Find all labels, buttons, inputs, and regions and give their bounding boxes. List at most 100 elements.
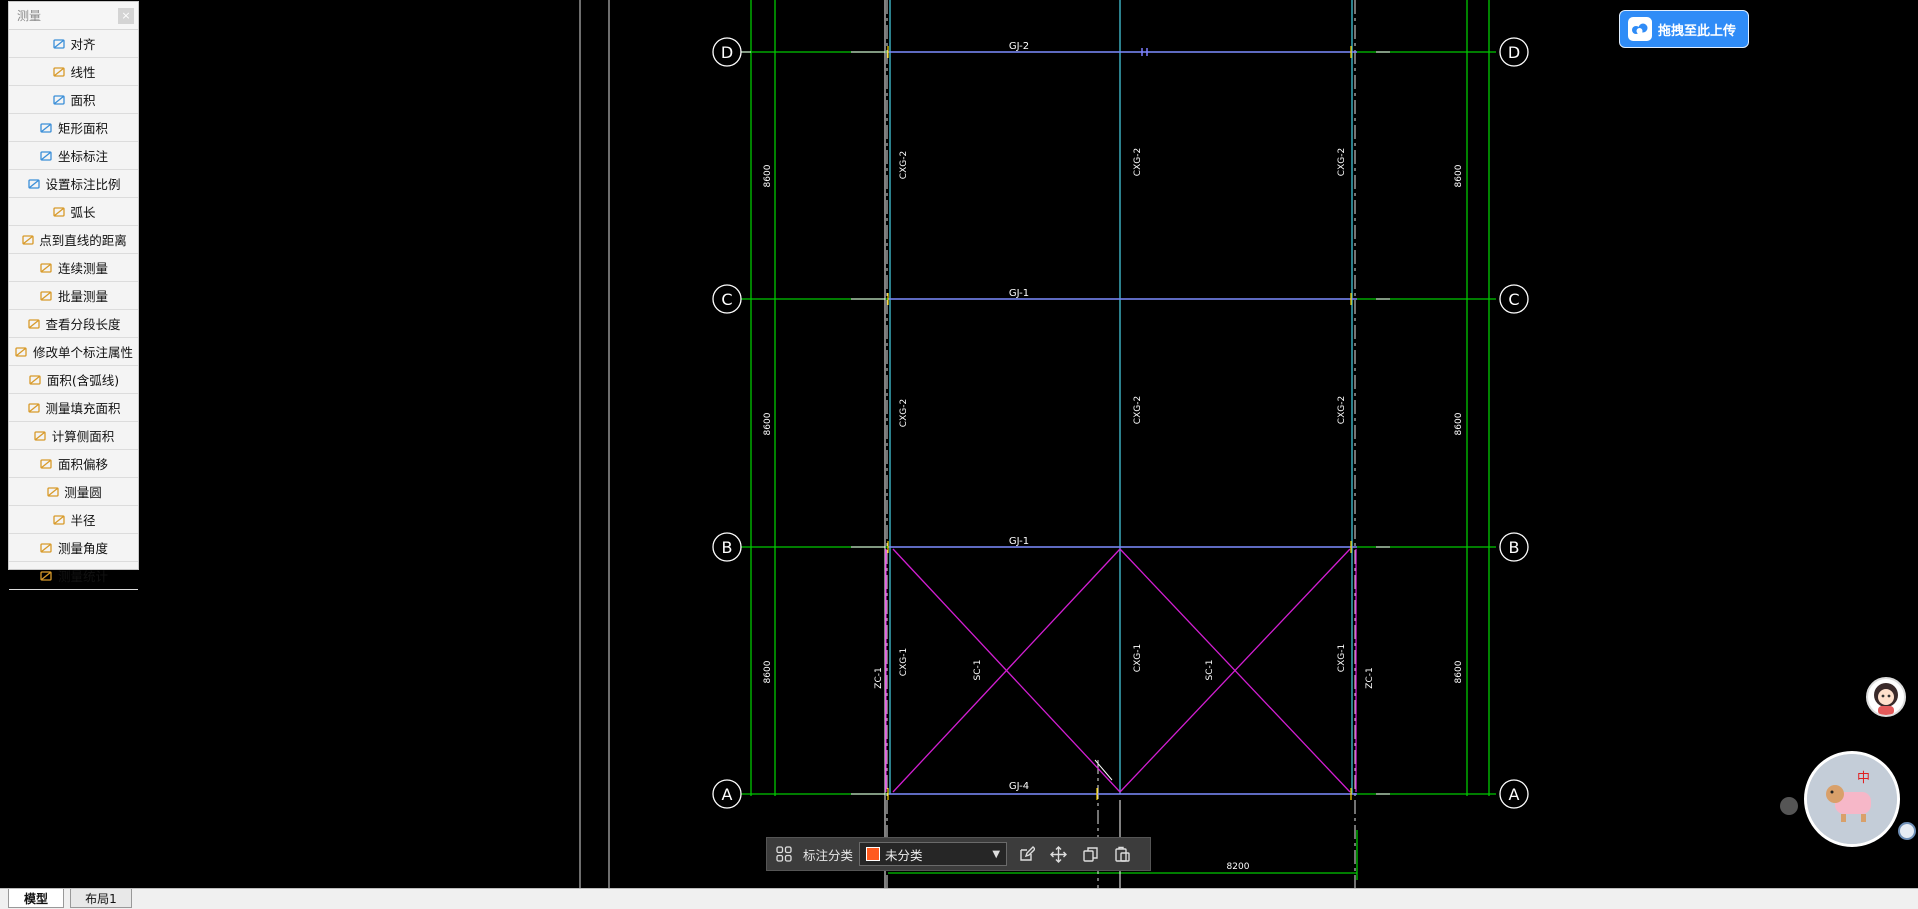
span-label: 8600 bbox=[763, 164, 773, 187]
linear-dim-icon bbox=[51, 64, 66, 79]
coordinate-icon bbox=[39, 148, 54, 163]
palette-list: 对齐线性面积矩形面积坐标标注 设置标注比例弧长点到直线的距离连续测量批量测量查看分… bbox=[9, 30, 138, 590]
span-dimension-labels: 8600 8600 8600 8600 8600 8600 bbox=[763, 164, 1464, 683]
palette-item-area-offset[interactable]: 面积偏移 bbox=[9, 450, 138, 478]
angle-icon bbox=[39, 540, 54, 555]
annotation-category-select[interactable]: 未分类 ▼ bbox=[859, 842, 1008, 866]
arc-area-icon bbox=[28, 372, 43, 387]
palette-item-coordinate[interactable]: 坐标标注 bbox=[9, 142, 138, 170]
area-offset-icon bbox=[39, 456, 54, 471]
span-label: 8600 bbox=[1454, 660, 1464, 683]
arc-length-icon bbox=[51, 204, 66, 219]
span-label: 8600 bbox=[1454, 412, 1464, 435]
move-icon[interactable] bbox=[1045, 841, 1071, 867]
palette-item-segment-length[interactable]: 查看分段长度 bbox=[9, 310, 138, 338]
copy-icon[interactable] bbox=[1077, 841, 1103, 867]
palette-item-scale[interactable]: 设置标注比例 bbox=[9, 170, 138, 198]
axis-label-c-right: C bbox=[1508, 290, 1519, 309]
palette-item-label: 连续测量 bbox=[57, 261, 108, 276]
palette-item-label: 线性 bbox=[70, 65, 96, 80]
beam-label: GJ-1 bbox=[1009, 288, 1029, 299]
category-value: 未分类 bbox=[885, 847, 923, 863]
palette-item-arc-length[interactable]: 弧长 bbox=[9, 198, 138, 226]
paste-icon[interactable] bbox=[1109, 841, 1135, 867]
palette-item-label: 查看分段长度 bbox=[45, 317, 121, 332]
statistics-icon bbox=[39, 568, 54, 583]
palette-item-edit-dimension[interactable]: 修改单个标注属性 bbox=[9, 338, 138, 366]
palette-item-statistics[interactable]: 测量统计 bbox=[9, 562, 138, 590]
member-label: SC-1 bbox=[973, 660, 983, 681]
edit-icon[interactable] bbox=[1013, 841, 1039, 867]
fill-area-icon bbox=[26, 400, 41, 415]
rect-area-icon bbox=[39, 120, 54, 135]
point-line-distance-icon bbox=[20, 232, 35, 247]
tab-model[interactable]: 模型 bbox=[8, 889, 64, 908]
palette-close-button[interactable]: × bbox=[118, 7, 134, 24]
member-label: CXG-2 bbox=[1337, 396, 1347, 424]
category-color-swatch bbox=[866, 847, 881, 861]
palette-item-side-area[interactable]: 计算侧面积 bbox=[9, 422, 138, 450]
circle-measure-icon bbox=[45, 484, 60, 499]
span-label: 8600 bbox=[763, 660, 773, 683]
palette-item-angle[interactable]: 测量角度 bbox=[9, 534, 138, 562]
chevron-down-icon: ▼ bbox=[992, 848, 1001, 860]
axis-bubbles-right: D C B A bbox=[1499, 37, 1529, 809]
palette-item-align[interactable]: 对齐 bbox=[9, 30, 138, 58]
palette-item-arc-area[interactable]: 面积(含弧线) bbox=[9, 366, 138, 394]
member-label: CXG-1 bbox=[899, 648, 909, 676]
segment-length-icon bbox=[26, 316, 41, 331]
member-label: CXG-2 bbox=[1133, 396, 1143, 424]
palette-item-label: 矩形面积 bbox=[57, 121, 108, 136]
layout-tab-bar: 模型 布局1 bbox=[0, 888, 1918, 909]
span-label: 8600 bbox=[1454, 164, 1464, 187]
pet-settings-icon[interactable] bbox=[1898, 822, 1916, 840]
continuous-measure-icon bbox=[39, 260, 54, 275]
measure-palette: 测量 × 对齐线性面积矩形面积坐标标注 设置标注比例弧长点到直线的距离连续测量批量… bbox=[8, 1, 139, 590]
palette-item-point-line-distance[interactable]: 点到直线的距离 bbox=[9, 226, 138, 254]
palette-item-fill-area[interactable]: 测量填充面积 bbox=[9, 394, 138, 422]
radius-icon bbox=[51, 512, 66, 527]
member-label: CXG-2 bbox=[899, 399, 909, 427]
member-label: CXG-2 bbox=[1133, 148, 1143, 176]
palette-item-label: 修改单个标注属性 bbox=[32, 345, 133, 360]
palette-item-label: 测量统计 bbox=[57, 569, 108, 584]
cloud-icon bbox=[1628, 17, 1652, 41]
batch-measure-icon bbox=[39, 288, 54, 303]
assistant-avatar[interactable] bbox=[1866, 677, 1906, 717]
axis-label-b-right: B bbox=[1509, 538, 1520, 557]
member-label: CXG-1 bbox=[1133, 644, 1143, 672]
palette-item-rect-area[interactable]: 矩形面积 bbox=[9, 114, 138, 142]
palette-item-circle-measure[interactable]: 测量圆 bbox=[9, 478, 138, 506]
cad-drawing-canvas[interactable]: D C B A D C B A GJ-2 GJ-1 GJ-1 GJ-4 8600… bbox=[0, 0, 1918, 888]
member-label: CXG-2 bbox=[899, 151, 909, 179]
scale-icon bbox=[26, 176, 41, 191]
palette-item-radius[interactable]: 半径 bbox=[9, 506, 138, 534]
grid-menu-icon[interactable] bbox=[771, 841, 797, 867]
braces bbox=[885, 548, 1357, 793]
side-area-icon bbox=[33, 428, 48, 443]
palette-title: 测量 bbox=[17, 9, 42, 23]
pet-collapse-button[interactable] bbox=[1780, 797, 1798, 815]
span-label: 8600 bbox=[763, 412, 773, 435]
axis-label-a-right: A bbox=[1509, 785, 1520, 804]
desktop-pet-widget[interactable]: 中 bbox=[1804, 751, 1900, 847]
member-label: SC-1 bbox=[1205, 660, 1215, 681]
column-centerlines bbox=[886, 0, 1356, 888]
axis-label-d-right: D bbox=[1508, 43, 1520, 62]
palette-item-label: 计算侧面积 bbox=[51, 429, 115, 444]
member-label: ZC-1 bbox=[874, 667, 884, 688]
grid-horizontal-lines bbox=[741, 51, 1496, 795]
palette-item-linear-dim[interactable]: 线性 bbox=[9, 58, 138, 86]
palette-item-label: 面积(含弧线) bbox=[46, 373, 120, 388]
edit-dimension-icon bbox=[14, 344, 29, 359]
palette-item-continuous-measure[interactable]: 连续测量 bbox=[9, 254, 138, 282]
palette-item-label: 弧长 bbox=[70, 205, 96, 220]
member-labels: CXG-2 CXG-2 CXG-2 CXG-2 CXG-2 CXG-2 CXG-… bbox=[874, 148, 1375, 689]
palette-item-area[interactable]: 面积 bbox=[9, 86, 138, 114]
palette-item-label: 批量测量 bbox=[57, 289, 108, 304]
align-icon bbox=[51, 36, 66, 51]
columns bbox=[889, 0, 1353, 794]
tab-layout1[interactable]: 布局1 bbox=[70, 889, 132, 908]
drag-upload-button[interactable]: 拖拽至此上传 bbox=[1619, 10, 1749, 48]
palette-item-batch-measure[interactable]: 批量测量 bbox=[9, 282, 138, 310]
